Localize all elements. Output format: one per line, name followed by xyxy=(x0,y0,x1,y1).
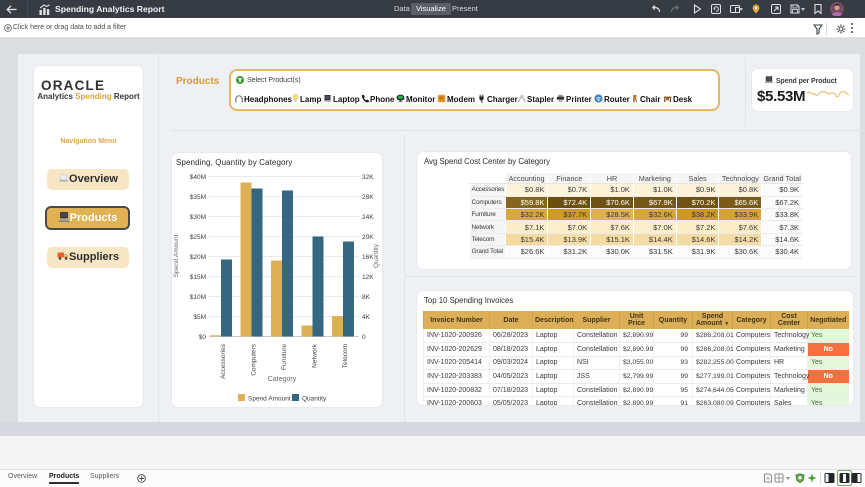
svg-text:Spend Amount: Spend Amount xyxy=(173,234,180,277)
svg-text:$5M: $5M xyxy=(193,314,206,321)
svg-text:Computers: Computers xyxy=(251,343,258,376)
svg-text:Spend Amount: Spend Amount xyxy=(248,396,291,403)
svg-text:Accessories: Accessories xyxy=(220,343,227,379)
svg-text:Category: Category xyxy=(268,376,297,383)
svg-text:$40M: $40M xyxy=(190,174,206,181)
svg-text:4K: 4K xyxy=(362,314,371,321)
svg-text:$35M: $35M xyxy=(190,194,206,201)
svg-text:20K: 20K xyxy=(362,234,374,241)
svg-text:28K: 28K xyxy=(362,194,374,201)
svg-text:32K: 32K xyxy=(362,174,374,181)
svg-text:24K: 24K xyxy=(362,214,374,221)
svg-text:0: 0 xyxy=(362,334,366,341)
svg-text:$15M: $15M xyxy=(190,274,206,281)
svg-text:$20M: $20M xyxy=(190,254,206,261)
svg-text:$0: $0 xyxy=(199,334,207,341)
svg-text:Furniture: Furniture xyxy=(281,344,288,370)
svg-text:$25M: $25M xyxy=(190,234,206,241)
svg-text:Network: Network xyxy=(312,343,319,368)
svg-text:8K: 8K xyxy=(362,294,371,301)
svg-text:$10M: $10M xyxy=(190,294,206,301)
svg-text:$30M: $30M xyxy=(190,214,206,221)
svg-text:Quantity: Quantity xyxy=(373,243,380,268)
svg-text:Telecom: Telecom xyxy=(342,344,349,368)
svg-text:Quantity: Quantity xyxy=(302,396,327,403)
svg-text:12K: 12K xyxy=(362,274,374,281)
